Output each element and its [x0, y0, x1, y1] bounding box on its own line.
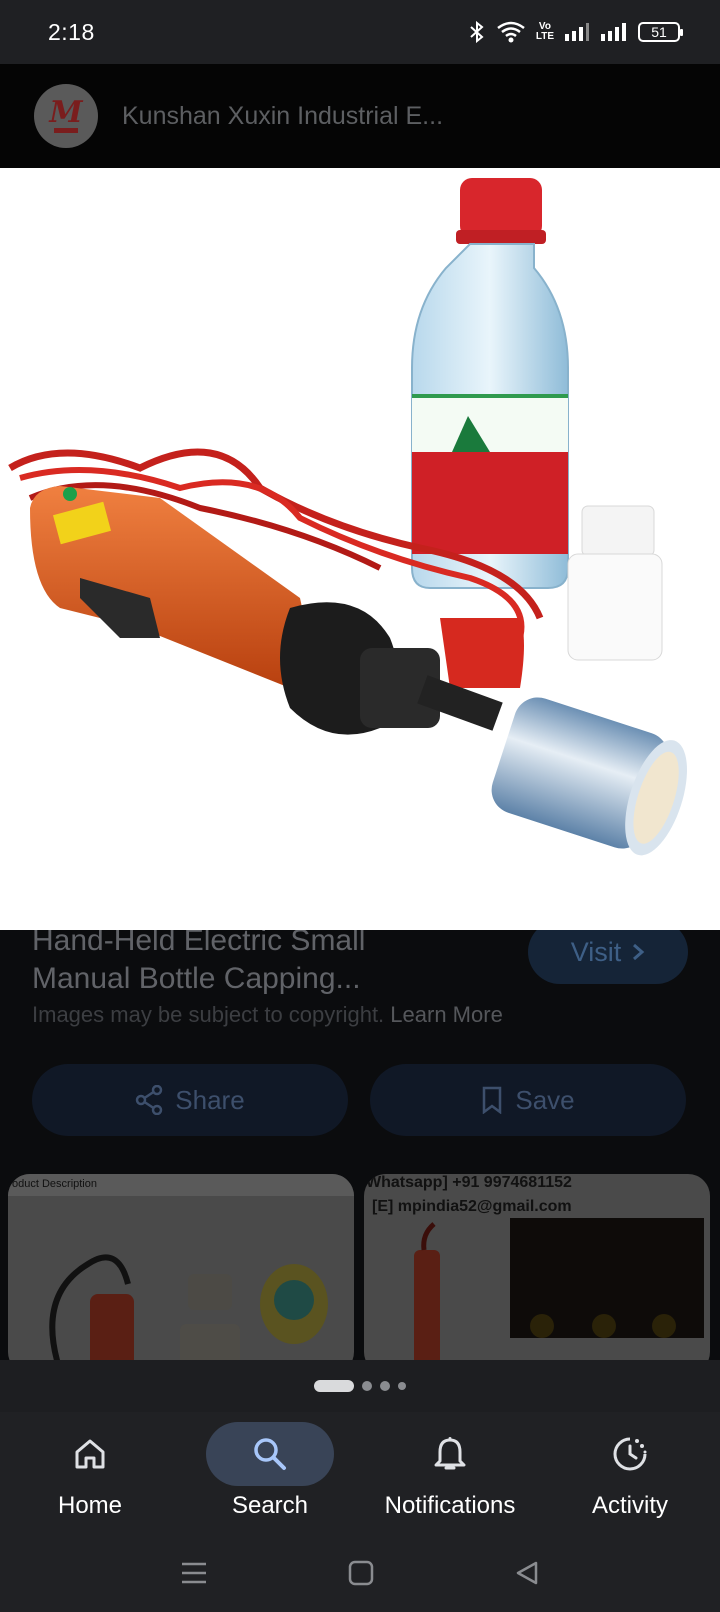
battery-icon: 51: [638, 22, 683, 42]
site-name: Kunshan Xuxin Industrial E...: [122, 101, 444, 130]
site-header[interactable]: M Kunshan Xuxin Industrial E...: [0, 64, 720, 168]
signal-icon-1: [565, 23, 589, 41]
nav-home[interactable]: Home: [0, 1412, 180, 1534]
activity-icon: [613, 1437, 647, 1471]
bookmark-icon: [483, 1086, 502, 1114]
back-icon[interactable]: [514, 1560, 540, 1586]
copyright-notice: Images may be subject to copyright. Lear…: [32, 1002, 503, 1027]
product-title[interactable]: Hand-Held Electric Small Manual Bottle C…: [32, 930, 502, 998]
menu-icon[interactable]: [180, 1561, 208, 1585]
related-image-2[interactable]: Whatsapp] +91 9974681152 [E] mpindia52@g…: [364, 1174, 710, 1360]
search-icon: [254, 1438, 286, 1470]
nav-activity[interactable]: Activity: [540, 1412, 720, 1534]
status-icons: Vo LTE 51: [468, 20, 683, 44]
bottom-nav: Home Search Notifications Activity: [0, 1412, 720, 1534]
chevron-right-icon: [633, 943, 645, 961]
details-panel: Hand-Held Electric Small Manual Bottle C…: [0, 930, 720, 1360]
page-dot-active: [314, 1380, 354, 1392]
site-logo: M: [34, 84, 98, 148]
nav-search[interactable]: Search: [180, 1412, 360, 1534]
wifi-icon: [497, 21, 525, 43]
share-button[interactable]: Share: [32, 1064, 348, 1136]
related-image-1-illustration: [49, 1254, 328, 1360]
home-square-icon[interactable]: [348, 1560, 374, 1586]
status-bar: 2:18 Vo LTE 51: [0, 0, 720, 64]
nav-activity-label: Activity: [591, 1492, 668, 1519]
nav-search-label: Search: [231, 1492, 309, 1519]
page-dot: [398, 1382, 406, 1390]
product-illustration: [8, 178, 687, 856]
related-image-2-illustration: [414, 1218, 704, 1360]
nav-notifications-label: Notifications: [384, 1492, 516, 1519]
page-dot: [380, 1381, 390, 1391]
visit-button[interactable]: Visit: [528, 930, 688, 984]
learn-more-link[interactable]: Learn More: [390, 1002, 503, 1027]
share-icon: [136, 1085, 163, 1115]
nav-notifications[interactable]: Notifications: [360, 1412, 540, 1534]
product-image[interactable]: [0, 168, 720, 930]
nav-home-label: Home: [57, 1492, 123, 1519]
save-button[interactable]: Save: [370, 1064, 686, 1136]
bell-icon: [434, 1437, 466, 1470]
status-time: 2:18: [48, 18, 95, 45]
page-dot: [362, 1381, 372, 1391]
page-indicator: [0, 1360, 720, 1412]
home-icon: [75, 1439, 105, 1469]
system-nav: [0, 1534, 720, 1612]
volte-icon: Vo LTE: [535, 21, 554, 42]
bluetooth-icon: [470, 21, 484, 43]
signal-icon-2: [601, 23, 626, 41]
related-image-1[interactable]: oduct Description: [8, 1174, 354, 1360]
